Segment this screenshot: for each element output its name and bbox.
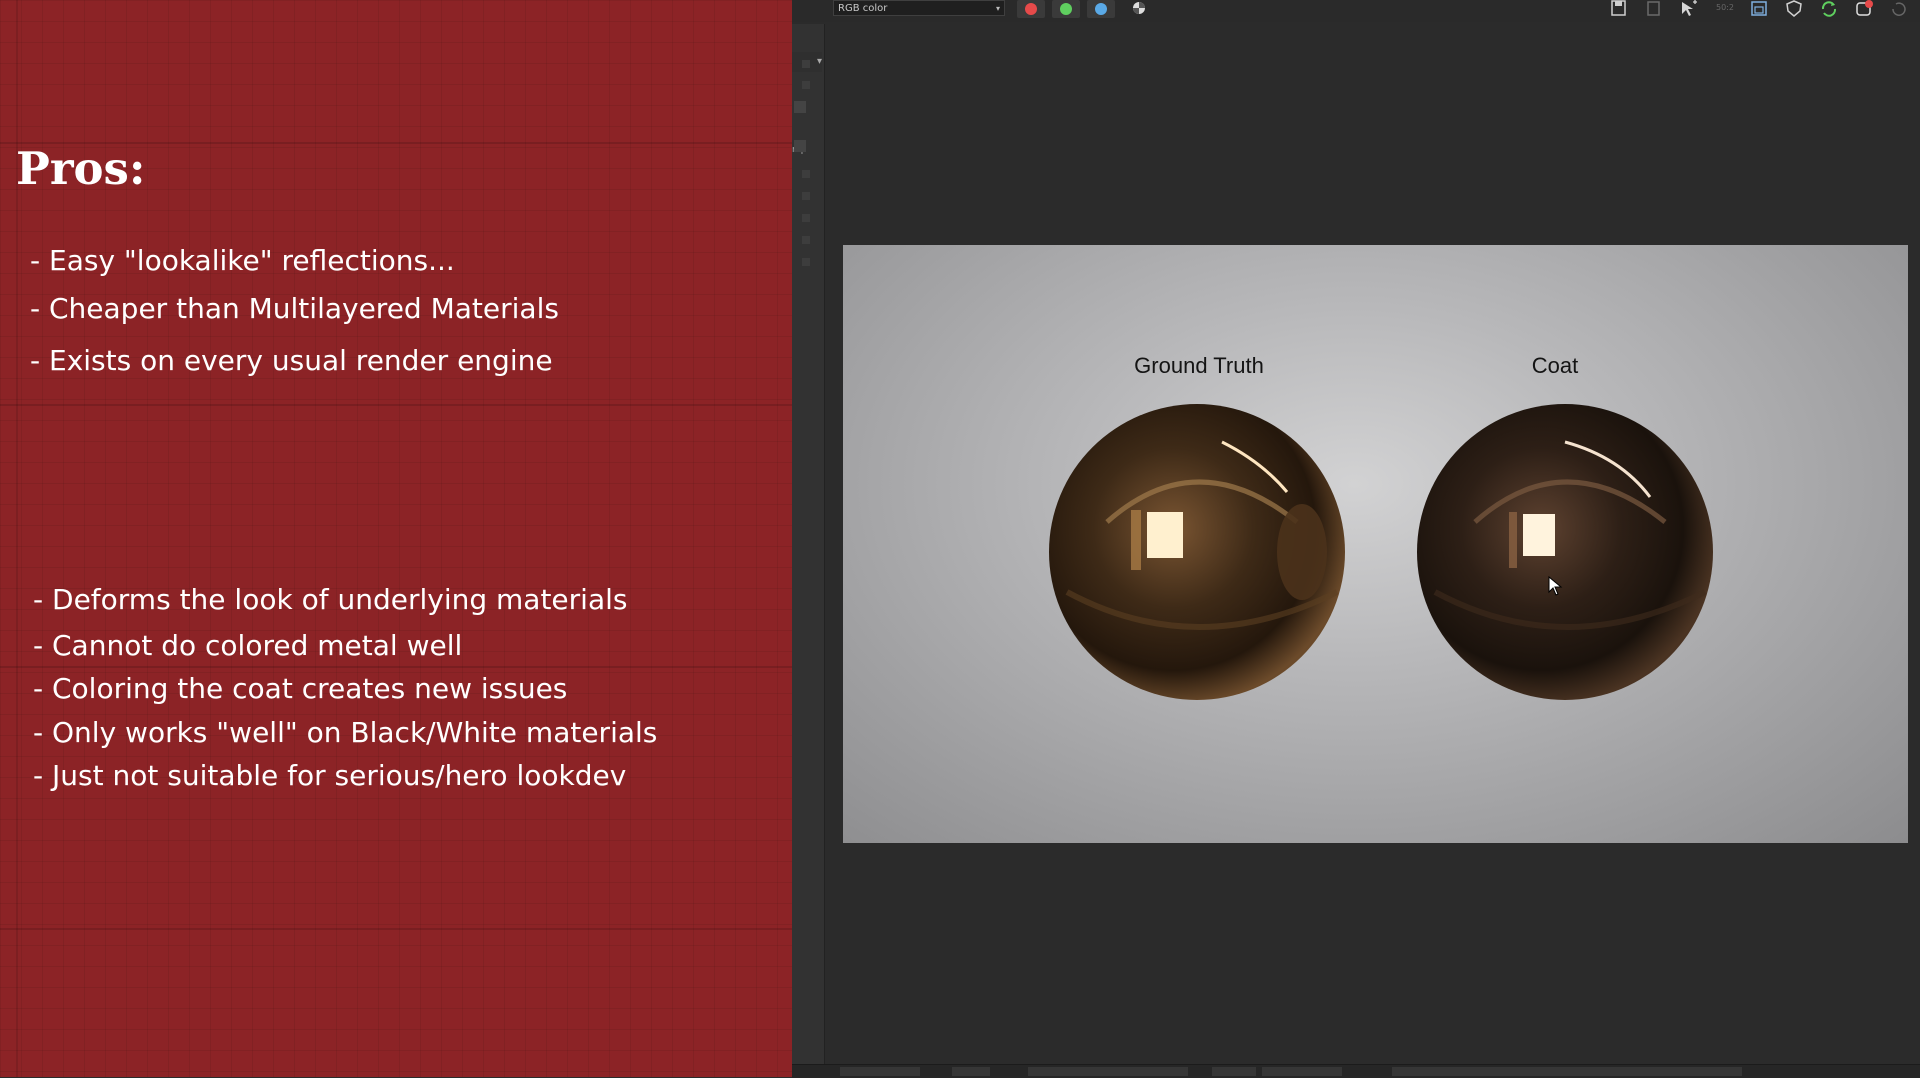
pros-item: - Easy "lookalike" reflections... [30, 244, 455, 277]
pros-item: - Cheaper than Multilayered Materials [30, 292, 559, 325]
stop-render-icon [1856, 0, 1873, 16]
green-dot-icon [1060, 3, 1072, 15]
slide-panel: Pros: - Easy "lookalike" reflections... … [0, 0, 792, 1077]
svg-text:50:2: 50:2 [1716, 3, 1734, 12]
history-button[interactable] [1888, 0, 1910, 18]
frame-icon [1751, 1, 1767, 16]
status-pixel-values [1028, 1067, 1188, 1076]
strip-tick [802, 170, 810, 178]
save-icon [1611, 0, 1626, 16]
ground-truth-sphere [1049, 404, 1345, 700]
status-message [1392, 1067, 1742, 1076]
zoom-button[interactable]: 50:2 [1713, 0, 1735, 18]
ground-truth-label: Ground Truth [1134, 353, 1264, 378]
status-bar [792, 1064, 1920, 1078]
cons-item: - Just not suitable for serious/hero loo… [33, 759, 627, 792]
cons-item: - Deforms the look of underlying materia… [33, 583, 628, 616]
coat-label: Coat [1531, 353, 1579, 378]
alpha-channel-button[interactable] [1128, 0, 1150, 18]
status-segment [1212, 1067, 1256, 1076]
pros-item: - Exists on every usual render engine [30, 344, 553, 377]
guide-line [0, 928, 792, 930]
region-render-button[interactable] [1678, 0, 1700, 18]
copy-button[interactable] [1643, 0, 1665, 18]
blue-dot-icon [1095, 3, 1107, 15]
channel-select[interactable]: RGB color ▾ [833, 0, 1005, 16]
side-toolstrip: ▾ mp [792, 24, 825, 1064]
guide-line [0, 404, 792, 406]
status-segment [1262, 1067, 1342, 1076]
strip-swatch[interactable] [794, 101, 806, 113]
shield-icon [1786, 0, 1802, 17]
stop-render-button[interactable] [1853, 0, 1875, 18]
alpha-icon [1133, 2, 1145, 14]
cons-item: - Coloring the coat creates new issues [33, 672, 568, 705]
red-dot-icon [1025, 3, 1037, 15]
chevron-down-icon: ▾ [995, 4, 1000, 13]
viewer-toolbar: RGB color ▾ 50:2 [792, 0, 1920, 22]
coat-sphere [1417, 404, 1713, 700]
red-channel-button[interactable] [1017, 0, 1045, 18]
slide-title: Pros: [16, 142, 146, 195]
shield-button[interactable] [1783, 0, 1805, 18]
strip-swatch[interactable] [794, 140, 806, 152]
strip-tick [802, 81, 810, 89]
history-icon [1892, 2, 1906, 16]
cons-item: - Only works "well" on Black/White mater… [33, 716, 658, 749]
save-button[interactable] [1608, 0, 1630, 18]
refresh-icon [1821, 1, 1837, 17]
refresh-button[interactable] [1818, 0, 1840, 18]
channel-select-value: RGB color [838, 3, 888, 14]
copy-icon [1647, 1, 1660, 16]
strip-tick [802, 60, 810, 68]
strip-tick [802, 192, 810, 200]
strip-tick [802, 236, 810, 244]
status-coords [840, 1067, 920, 1076]
strip-tick [802, 214, 810, 222]
status-segment [952, 1067, 990, 1076]
green-channel-button[interactable] [1052, 0, 1080, 18]
blue-channel-button[interactable] [1087, 0, 1115, 18]
region-render-icon [1682, 0, 1697, 16]
frame-button[interactable] [1748, 0, 1770, 18]
strip-tick [802, 258, 810, 266]
zoom-icon: 50:2 [1716, 3, 1734, 12]
guide-line [0, 666, 792, 668]
render-image[interactable]: Ground Truth Coat [843, 245, 1908, 843]
mouse-cursor-icon [1548, 576, 1563, 596]
cons-item: - Cannot do colored metal well [33, 629, 463, 662]
